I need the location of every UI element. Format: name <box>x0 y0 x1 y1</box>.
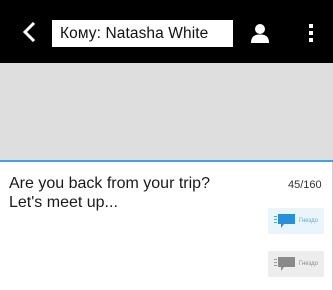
character-counter: 45/160 <box>288 179 322 191</box>
send-message-icon <box>274 257 296 271</box>
top-bar: Кому: Natasha White <box>0 0 333 63</box>
recipient-field[interactable]: Кому: Natasha White <box>52 20 233 47</box>
send-button-sim-2[interactable]: Гнездо <box>268 251 324 277</box>
send-button-sim-1[interactable]: Гнездо <box>268 208 324 234</box>
message-input[interactable]: Are you back from your trip? Let's meet … <box>9 174 259 212</box>
overflow-menu-button[interactable] <box>298 19 324 47</box>
send-button-label: Гнездо <box>299 261 318 267</box>
send-button-label: Гнездо <box>299 218 318 224</box>
message-thread-area <box>0 63 333 160</box>
contact-picker-button[interactable] <box>245 19 275 47</box>
compose-area[interactable]: Are you back from your trip? Let's meet … <box>0 162 333 290</box>
person-icon <box>251 24 269 43</box>
back-arrow-icon <box>22 22 36 42</box>
overflow-menu-icon <box>309 24 313 42</box>
back-button[interactable] <box>16 20 42 44</box>
send-message-icon <box>274 214 296 228</box>
